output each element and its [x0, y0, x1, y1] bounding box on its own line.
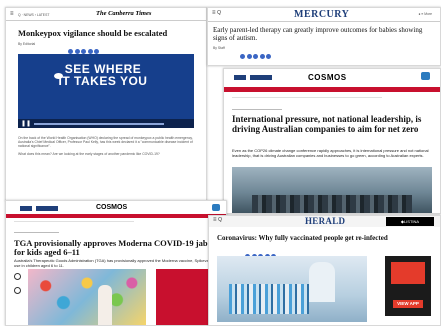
clip-mercury: ≡ Q MERCURY ● ≡ More Early parent-led th…	[207, 7, 441, 66]
share-icon[interactable]	[266, 54, 271, 59]
photo-child	[98, 285, 112, 325]
article-photo	[28, 269, 146, 325]
byline: By Editorial	[18, 42, 36, 46]
login-button[interactable]	[20, 206, 32, 211]
headline: Monkeypox vigilance should be escalated	[18, 28, 168, 38]
clip-canberra-times: ≡ Q · NEWS › LATEST The Canberra Times M…	[5, 7, 207, 201]
share-icon[interactable]	[14, 273, 21, 280]
headline: Early parent-led therapy can greatly imp…	[213, 26, 423, 42]
video-ad[interactable]: SEE WHERE IT TAKES YOU ❚❚	[18, 54, 194, 128]
masthead[interactable]: MERCURY	[294, 9, 349, 20]
clip-herald: ≡ Q HERALD ◆LISTINA Coronavirus: Why ful…	[208, 215, 441, 326]
partner-logo[interactable]: ◆LISTINA	[386, 217, 434, 226]
login-button[interactable]	[234, 75, 246, 80]
masthead[interactable]: The Canberra Times	[96, 10, 151, 17]
photo-balls	[28, 269, 146, 325]
share-icon[interactable]	[246, 54, 252, 59]
account-link[interactable]: ● ≡ More	[418, 12, 432, 16]
ad-cta[interactable]: VIEW APP	[393, 300, 423, 308]
article-photo	[232, 167, 432, 213]
share-icon[interactable]	[259, 54, 265, 59]
date-line	[14, 232, 59, 234]
date-line	[232, 109, 282, 111]
headline: International pressure, not national lea…	[232, 114, 422, 134]
lede: Australia's Therapeutic Goods Administra…	[14, 258, 218, 268]
byline: By Staff	[213, 46, 225, 50]
photo-scientist	[309, 262, 335, 302]
nav-bar	[224, 87, 440, 92]
share-icon[interactable]	[240, 54, 245, 59]
clip-cosmos-tga: COSMOS TGA provisionally approves Modern…	[5, 200, 227, 326]
ad-badge	[391, 262, 425, 284]
cart-icon[interactable]	[421, 72, 430, 80]
video-controls[interactable]: ❚❚	[18, 119, 194, 128]
menu-icon[interactable]: ≡	[10, 11, 14, 17]
advertisement[interactable]	[156, 269, 216, 325]
advertisement[interactable]: VIEW APP	[385, 256, 431, 316]
body-text: On the back of the World Health Organisa…	[18, 136, 193, 156]
pause-icon[interactable]: ❚❚	[21, 120, 31, 127]
progress-bar[interactable]	[34, 123, 164, 125]
masthead[interactable]: COSMOS	[96, 204, 127, 211]
comment-icon[interactable]	[14, 287, 21, 294]
divider	[208, 21, 440, 23]
photo-tubes	[229, 284, 309, 314]
photo-people	[252, 195, 412, 213]
eye-icon	[54, 73, 63, 79]
clip-cosmos-net-zero: COSMOS International pressure, not natio…	[223, 68, 441, 214]
menu-icon[interactable]: ≡ Q	[213, 217, 222, 223]
video-text: SEE WHERE IT TAKES YOU	[58, 62, 148, 88]
nav-bar	[6, 214, 226, 218]
article-photo	[217, 256, 367, 322]
lede: Even as the COP26 climate change confere…	[232, 148, 429, 158]
subscribe-button[interactable]	[36, 206, 58, 211]
subscribe-button[interactable]	[250, 75, 272, 80]
share-column	[14, 273, 21, 294]
headline: Coronavirus: Why fully vaccinated people…	[217, 234, 388, 242]
headline: TGA provisionally approves Moderna COVID…	[14, 238, 208, 257]
divider	[6, 20, 206, 22]
masthead[interactable]: HERALD	[305, 216, 345, 226]
breadcrumb	[232, 97, 382, 99]
menu-icon[interactable]: ≡ Q	[212, 10, 221, 16]
nav-link[interactable]: Q · NEWS › LATEST	[18, 13, 49, 17]
breadcrumb	[14, 221, 134, 223]
share-icon[interactable]	[253, 54, 258, 59]
cart-icon[interactable]	[212, 204, 220, 211]
share-row	[240, 46, 273, 64]
masthead[interactable]: COSMOS	[308, 73, 347, 82]
